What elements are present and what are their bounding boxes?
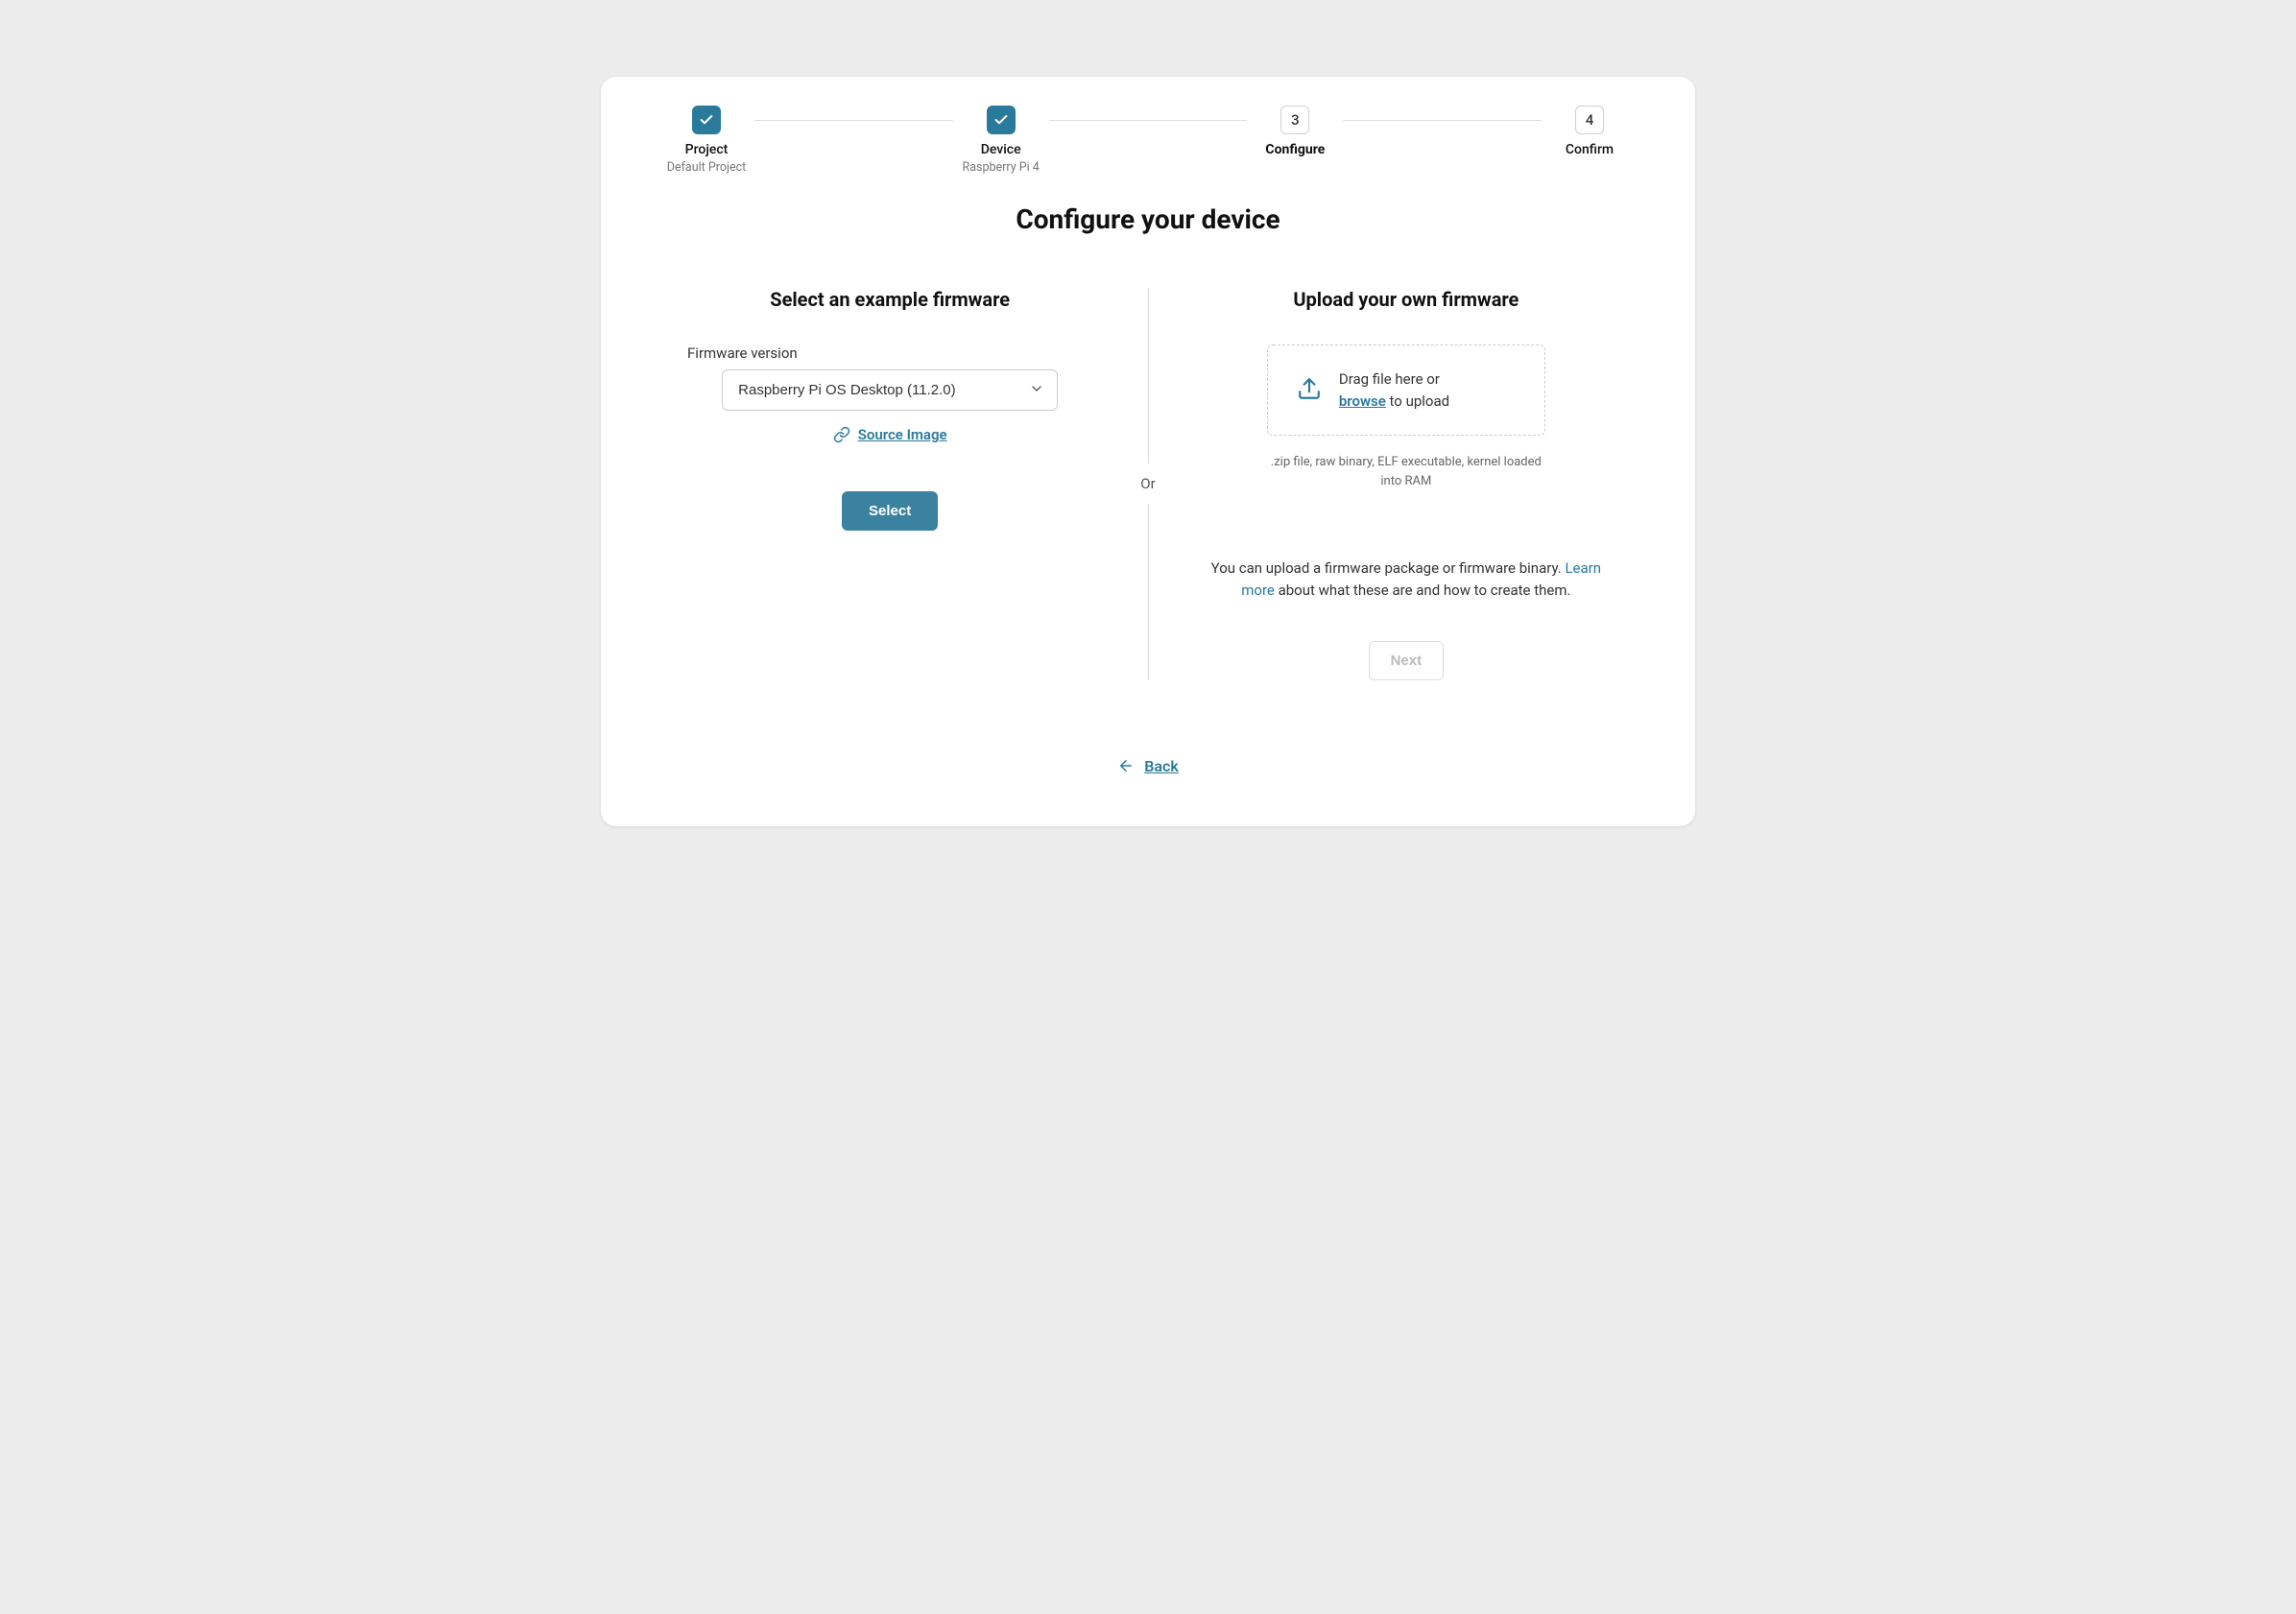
step-device[interactable]: Device Raspberry Pi 4: [953, 106, 1049, 175]
step-label: Project: [685, 142, 729, 157]
step-project[interactable]: Project Default Project: [658, 106, 754, 175]
step-connector: [1343, 120, 1542, 121]
drop-suffix: to upload: [1386, 392, 1449, 410]
columns: Select an example firmware Firmware vers…: [658, 288, 1638, 680]
drop-line1: Drag file here or: [1339, 370, 1440, 388]
upload-description: You can upload a firmware package or fir…: [1204, 558, 1609, 603]
stepper: Project Default Project Device Raspberry…: [658, 106, 1638, 175]
page-title: Configure your device: [658, 203, 1638, 235]
check-icon: [987, 106, 1016, 134]
file-dropzone[interactable]: Drag file here or browse to upload: [1267, 344, 1545, 436]
upload-firmware-column: Upload your own firmware Drag file here …: [1156, 288, 1638, 680]
next-button[interactable]: Next: [1369, 641, 1445, 680]
step-sublabel: Default Project: [667, 160, 746, 175]
browse-link[interactable]: browse: [1339, 392, 1386, 410]
step-configure[interactable]: 3 Configure: [1247, 106, 1343, 157]
example-firmware-column: Select an example firmware Firmware vers…: [658, 288, 1140, 680]
divider-label: Or: [1140, 463, 1155, 504]
desc-suffix: about what these are and how to create t…: [1275, 582, 1571, 599]
dropzone-text: Drag file here or browse to upload: [1339, 368, 1449, 412]
step-confirm[interactable]: 4 Confirm: [1542, 106, 1638, 157]
source-image-label: Source Image: [858, 426, 947, 443]
step-label: Configure: [1265, 142, 1325, 157]
divider-line: [1148, 504, 1149, 679]
desc-prefix: You can upload a firmware package or fir…: [1211, 559, 1566, 577]
step-connector: [1049, 120, 1248, 121]
firmware-version-select[interactable]: Raspberry Pi OS Desktop (11.2.0): [722, 369, 1058, 411]
select-button[interactable]: Select: [842, 491, 938, 531]
config-card: Project Default Project Device Raspberry…: [601, 77, 1695, 826]
step-sublabel: Raspberry Pi 4: [963, 160, 1040, 175]
firmware-version-label: Firmware version: [687, 344, 1023, 362]
divider: Or: [1140, 288, 1155, 680]
back-row: Back: [658, 757, 1638, 779]
step-label: Confirm: [1566, 142, 1614, 157]
step-number: 3: [1280, 106, 1309, 134]
link-icon: [833, 426, 850, 443]
example-title: Select an example firmware: [770, 288, 1010, 311]
upload-title: Upload your own firmware: [1293, 288, 1519, 311]
divider-line: [1148, 288, 1149, 463]
source-image-link[interactable]: Source Image: [833, 426, 947, 443]
step-connector: [754, 120, 953, 121]
check-icon: [692, 106, 721, 134]
upload-icon: [1297, 376, 1322, 405]
step-label: Device: [981, 142, 1021, 157]
step-number: 4: [1575, 106, 1604, 134]
firmware-version-select-wrap: Raspberry Pi OS Desktop (11.2.0): [722, 369, 1058, 411]
back-link[interactable]: Back: [1117, 757, 1179, 775]
arrow-left-icon: [1117, 757, 1135, 774]
upload-hint: .zip file, raw binary, ELF executable, k…: [1267, 453, 1545, 490]
back-label: Back: [1144, 757, 1179, 775]
